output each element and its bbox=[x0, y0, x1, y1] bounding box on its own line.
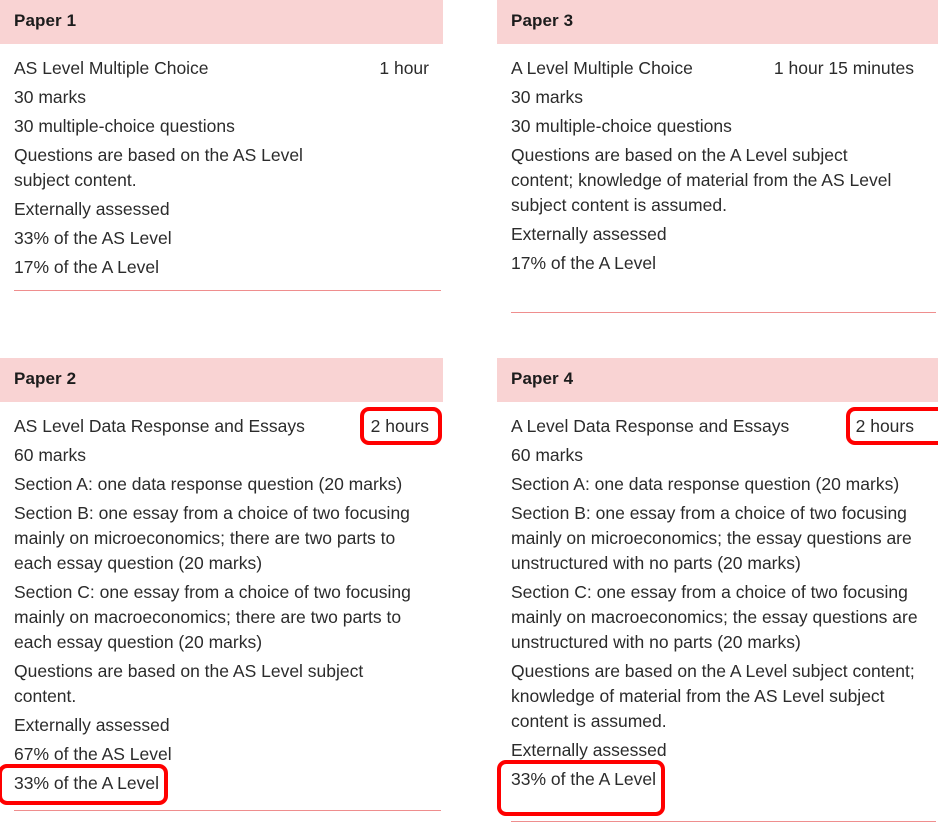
paper-divider bbox=[14, 810, 441, 811]
paper-line: 60 marks bbox=[14, 445, 86, 465]
paper-card-paper-1: Paper 1 AS Level Multiple Choice 1 hour … bbox=[0, 0, 443, 313]
paper-title: Paper 3 bbox=[511, 11, 574, 30]
paper-body-paper-2: AS Level Data Response and Essays 2 hour… bbox=[0, 402, 443, 811]
paper-card-paper-4: Paper 4 A Level Data Response and Essays… bbox=[497, 358, 938, 822]
row-spacer bbox=[497, 313, 938, 358]
paper-line: Section B: one essay from a choice of tw… bbox=[511, 503, 912, 573]
paper-title: Paper 4 bbox=[511, 369, 574, 388]
column-gutter bbox=[443, 358, 497, 822]
paper-line: Section B: one essay from a choice of tw… bbox=[14, 503, 410, 573]
row-spacer bbox=[443, 313, 497, 358]
paper-header-paper-4: Paper 4 bbox=[497, 358, 938, 402]
paper-duration-highlighted: 2 hours bbox=[359, 407, 443, 445]
paper-header-paper-2: Paper 2 bbox=[0, 358, 443, 402]
paper-line: 17% of the A Level bbox=[511, 253, 656, 273]
row-spacer bbox=[0, 313, 443, 358]
paper-line-highlighted-wrapper: 33% of the A Level bbox=[497, 760, 936, 816]
paper-line: Section C: one essay from a choice of tw… bbox=[511, 582, 918, 652]
paper-name-row: AS Level Multiple Choice 1 hour bbox=[14, 56, 441, 81]
paper-header-paper-1: Paper 1 bbox=[0, 0, 443, 44]
paper-duration-highlighted: 2 hours bbox=[845, 407, 938, 445]
paper-line: Externally assessed bbox=[14, 715, 170, 735]
paper-name-row: A Level Data Response and Essays 2 hours bbox=[511, 407, 938, 445]
paper-line: 30 marks bbox=[511, 87, 583, 107]
paper-line: 67% of the AS Level bbox=[14, 744, 172, 764]
column-gutter bbox=[443, 0, 497, 313]
paper-line: Questions are based on the AS Level subj… bbox=[14, 661, 364, 706]
paper-card-paper-3: Paper 3 A Level Multiple Choice 1 hour 1… bbox=[497, 0, 938, 313]
paper-name: A Level Multiple Choice bbox=[511, 58, 693, 78]
paper-line: Externally assessed bbox=[14, 199, 170, 219]
paper-header-paper-3: Paper 3 bbox=[497, 0, 938, 44]
paper-line: Section A: one data response question (2… bbox=[511, 474, 900, 494]
paper-name: AS Level Data Response and Essays bbox=[14, 416, 305, 436]
paper-body-paper-3: A Level Multiple Choice 1 hour 15 minute… bbox=[497, 44, 938, 313]
paper-line: 30 multiple-choice questions bbox=[511, 116, 732, 136]
paper-duration: 1 hour bbox=[379, 58, 429, 78]
paper-card-paper-2: Paper 2 AS Level Data Response and Essay… bbox=[0, 358, 443, 822]
paper-line-highlighted-wrapper: 33% of the A Level bbox=[0, 764, 441, 805]
paper-line: 33% of the AS Level bbox=[14, 228, 172, 248]
paper-divider bbox=[14, 290, 441, 291]
paper-name: AS Level Multiple Choice bbox=[14, 58, 209, 78]
paper-line: 30 marks bbox=[14, 87, 86, 107]
paper-name-row: AS Level Data Response and Essays 2 hour… bbox=[14, 407, 443, 445]
paper-name: A Level Data Response and Essays bbox=[511, 416, 790, 436]
paper-line: Questions are based on the A Level subje… bbox=[511, 661, 915, 731]
paper-line: 60 marks bbox=[511, 445, 583, 465]
paper-line: Section A: one data response question (2… bbox=[14, 474, 403, 494]
paper-name-row: A Level Multiple Choice 1 hour 15 minute… bbox=[511, 56, 936, 81]
paper-title: Paper 1 bbox=[14, 11, 77, 30]
paper-line: 17% of the A Level bbox=[14, 257, 159, 277]
paper-title: Paper 2 bbox=[14, 369, 77, 388]
paper-line-highlighted: 33% of the A Level bbox=[497, 760, 665, 816]
paper-line: Section C: one essay from a choice of tw… bbox=[14, 582, 411, 652]
paper-body-paper-4: A Level Data Response and Essays 2 hours… bbox=[497, 402, 938, 822]
paper-body-paper-1: AS Level Multiple Choice 1 hour 30 marks… bbox=[0, 44, 443, 291]
paper-line: Questions are based on the AS Level subj… bbox=[14, 145, 303, 190]
paper-line: Questions are based on the A Level subje… bbox=[511, 145, 892, 215]
papers-grid: Paper 1 AS Level Multiple Choice 1 hour … bbox=[0, 0, 938, 822]
paper-line: 30 multiple-choice questions bbox=[14, 116, 235, 136]
paper-line: Externally assessed bbox=[511, 740, 667, 760]
paper-line-highlighted: 33% of the A Level bbox=[0, 764, 168, 805]
paper-duration: 1 hour 15 minutes bbox=[773, 58, 914, 78]
paper-line: Externally assessed bbox=[511, 224, 667, 244]
